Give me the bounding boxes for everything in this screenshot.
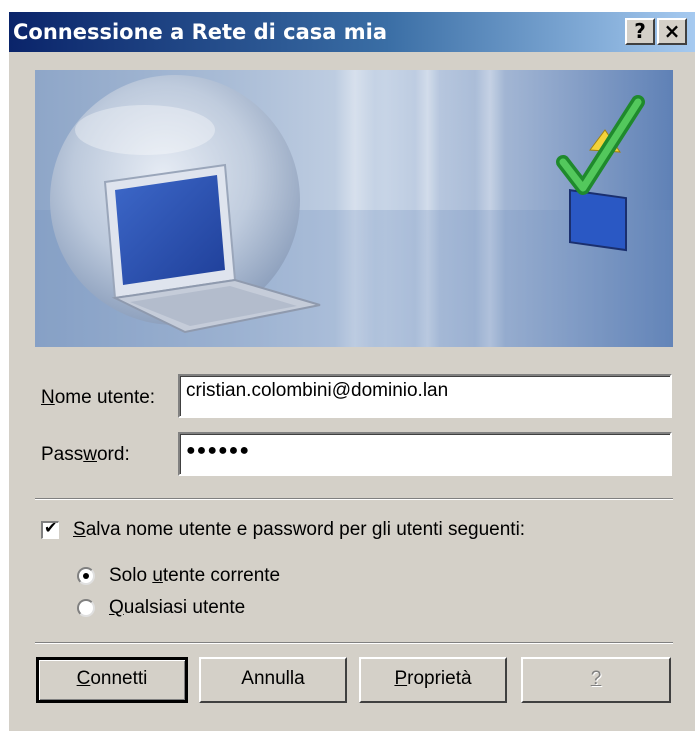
- help-button[interactable]: ?: [521, 657, 671, 703]
- radio-current-user[interactable]: [77, 567, 95, 585]
- connect-button[interactable]: Connetti: [36, 657, 188, 703]
- dialup-banner-image: [35, 70, 673, 347]
- cancel-button[interactable]: Annulla: [199, 657, 347, 703]
- window-title: Connessione a Rete di casa mia: [13, 20, 387, 44]
- password-input[interactable]: ●●●●●●: [178, 432, 672, 476]
- username-input[interactable]: cristian.colombini@dominio.lan: [178, 374, 672, 418]
- dialog-window: Connessione a Rete di casa mia ? × Nome …: [9, 12, 695, 731]
- banner-artwork: [35, 70, 673, 347]
- checkmark-glyph: ✔: [44, 518, 58, 537]
- radio-current-user-label[interactable]: Solo utente corrente: [109, 565, 280, 587]
- title-bar[interactable]: Connessione a Rete di casa mia ? ×: [9, 12, 695, 52]
- username-label: Nome utente:: [41, 387, 156, 408]
- close-button[interactable]: ×: [657, 18, 687, 45]
- save-credentials-checkbox[interactable]: ✔: [41, 518, 59, 539]
- properties-button[interactable]: Proprietà: [359, 657, 507, 703]
- password-label: Password:: [41, 444, 130, 465]
- separator: [35, 498, 673, 500]
- radio-any-user-label[interactable]: Qualsiasi utente: [109, 597, 245, 619]
- save-credentials-label[interactable]: Salva nome utente e password per gli ute…: [73, 519, 525, 541]
- separator-bottom: [35, 642, 673, 644]
- radio-selected-dot: [83, 573, 89, 579]
- checkmark-icon: [556, 95, 645, 252]
- help-caption-button[interactable]: ?: [625, 18, 655, 45]
- radio-any-user[interactable]: [77, 599, 95, 617]
